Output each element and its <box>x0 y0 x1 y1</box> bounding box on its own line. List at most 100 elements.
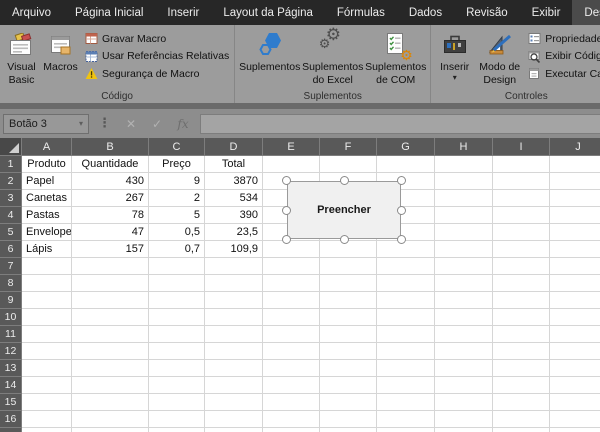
cell-C2[interactable]: 9 <box>149 173 205 190</box>
cell-J3[interactable] <box>550 190 600 207</box>
select-all-corner[interactable] <box>0 138 22 156</box>
cell-J16[interactable] <box>550 411 600 428</box>
cell-F8[interactable] <box>320 275 377 292</box>
row-header-16[interactable]: 16 <box>0 411 22 428</box>
cell-I13[interactable] <box>493 360 550 377</box>
cell-C14[interactable] <box>149 377 205 394</box>
cell-J17[interactable] <box>550 428 600 432</box>
cell-A1[interactable]: Produto <box>22 156 72 173</box>
tab-fórmulas[interactable]: Fórmulas <box>325 0 397 25</box>
cell-F13[interactable] <box>320 360 377 377</box>
column-header-H[interactable]: H <box>435 138 493 156</box>
cell-E6[interactable] <box>263 241 320 258</box>
cell-D14[interactable] <box>205 377 263 394</box>
gravar-macro-button[interactable]: Gravar Macro <box>85 30 229 48</box>
macros-button[interactable]: Macros <box>40 27 81 74</box>
exibir-codigo-button[interactable]: Exibir Código <box>528 48 600 66</box>
cell-A17[interactable] <box>22 428 72 432</box>
shape-handle-w[interactable] <box>282 206 291 215</box>
cell-D1[interactable]: Total <box>205 156 263 173</box>
cell-I1[interactable] <box>493 156 550 173</box>
cell-H15[interactable] <box>435 394 493 411</box>
cell-I9[interactable] <box>493 292 550 309</box>
tab-inserir[interactable]: Inserir <box>155 0 211 25</box>
cell-C4[interactable]: 5 <box>149 207 205 224</box>
cell-H17[interactable] <box>435 428 493 432</box>
cell-I8[interactable] <box>493 275 550 292</box>
suplementos-button[interactable]: Suplementos <box>238 27 301 74</box>
cell-A2[interactable]: Papel <box>22 173 72 190</box>
cell-G1[interactable] <box>377 156 435 173</box>
column-header-E[interactable]: E <box>263 138 320 156</box>
cell-B1[interactable]: Quantidade <box>72 156 149 173</box>
cell-I2[interactable] <box>493 173 550 190</box>
cell-D11[interactable] <box>205 326 263 343</box>
cell-H7[interactable] <box>435 258 493 275</box>
row-header-10[interactable]: 10 <box>0 309 22 326</box>
formula-bar-drag-handle[interactable]: ⋮ <box>98 116 111 131</box>
cell-A6[interactable]: Lápis <box>22 241 72 258</box>
cell-G8[interactable] <box>377 275 435 292</box>
cell-I10[interactable] <box>493 309 550 326</box>
cell-F14[interactable] <box>320 377 377 394</box>
propriedades-button[interactable]: Propriedades <box>528 30 600 48</box>
cell-H3[interactable] <box>435 190 493 207</box>
cell-C1[interactable]: Preço <box>149 156 205 173</box>
cell-B7[interactable] <box>72 258 149 275</box>
cell-H5[interactable] <box>435 224 493 241</box>
cell-E13[interactable] <box>263 360 320 377</box>
cell-J6[interactable] <box>550 241 600 258</box>
suplementos-com-button[interactable]: ⚙ Suplementos de COM <box>364 27 427 86</box>
cell-J1[interactable] <box>550 156 600 173</box>
cell-F9[interactable] <box>320 292 377 309</box>
inserir-button[interactable]: Inserir ▾ <box>434 27 475 82</box>
shape-handle-sw[interactable] <box>282 235 291 244</box>
cell-H4[interactable] <box>435 207 493 224</box>
cell-G17[interactable] <box>377 428 435 432</box>
row-header-1[interactable]: 1 <box>0 156 22 173</box>
column-header-G[interactable]: G <box>377 138 435 156</box>
suplementos-excel-button[interactable]: ⚙ ⚙ Suplementos do Excel <box>301 27 364 86</box>
cell-J5[interactable] <box>550 224 600 241</box>
cell-B12[interactable] <box>72 343 149 360</box>
cell-E9[interactable] <box>263 292 320 309</box>
seguranca-macro-button[interactable]: Segurança de Macro <box>85 65 229 83</box>
row-header-9[interactable]: 9 <box>0 292 22 309</box>
cell-G13[interactable] <box>377 360 435 377</box>
confirm-icon[interactable]: ✓ <box>144 117 170 131</box>
cell-H13[interactable] <box>435 360 493 377</box>
cancel-icon[interactable]: ✕ <box>118 117 144 131</box>
cell-D17[interactable] <box>205 428 263 432</box>
cell-E14[interactable] <box>263 377 320 394</box>
cell-C13[interactable] <box>149 360 205 377</box>
cell-C11[interactable] <box>149 326 205 343</box>
cell-D13[interactable] <box>205 360 263 377</box>
cell-C8[interactable] <box>149 275 205 292</box>
cell-F7[interactable] <box>320 258 377 275</box>
cell-J14[interactable] <box>550 377 600 394</box>
modo-design-button[interactable]: Modo de Design <box>475 27 524 86</box>
cell-D2[interactable]: 3870 <box>205 173 263 190</box>
cell-E10[interactable] <box>263 309 320 326</box>
cell-D5[interactable]: 23,5 <box>205 224 263 241</box>
cell-J2[interactable] <box>550 173 600 190</box>
cell-B2[interactable]: 430 <box>72 173 149 190</box>
cell-H6[interactable] <box>435 241 493 258</box>
cell-A16[interactable] <box>22 411 72 428</box>
cell-A12[interactable] <box>22 343 72 360</box>
cell-J4[interactable] <box>550 207 600 224</box>
cell-F16[interactable] <box>320 411 377 428</box>
name-box-caret-icon[interactable]: ▾ <box>79 119 83 128</box>
cell-B17[interactable] <box>72 428 149 432</box>
tab-revisão[interactable]: Revisão <box>454 0 520 25</box>
cell-I17[interactable] <box>493 428 550 432</box>
cell-B13[interactable] <box>72 360 149 377</box>
cell-C12[interactable] <box>149 343 205 360</box>
cell-D16[interactable] <box>205 411 263 428</box>
cell-B10[interactable] <box>72 309 149 326</box>
cell-G14[interactable] <box>377 377 435 394</box>
cell-J13[interactable] <box>550 360 600 377</box>
cell-F6[interactable] <box>320 241 377 258</box>
cell-J15[interactable] <box>550 394 600 411</box>
column-header-B[interactable]: B <box>72 138 149 156</box>
